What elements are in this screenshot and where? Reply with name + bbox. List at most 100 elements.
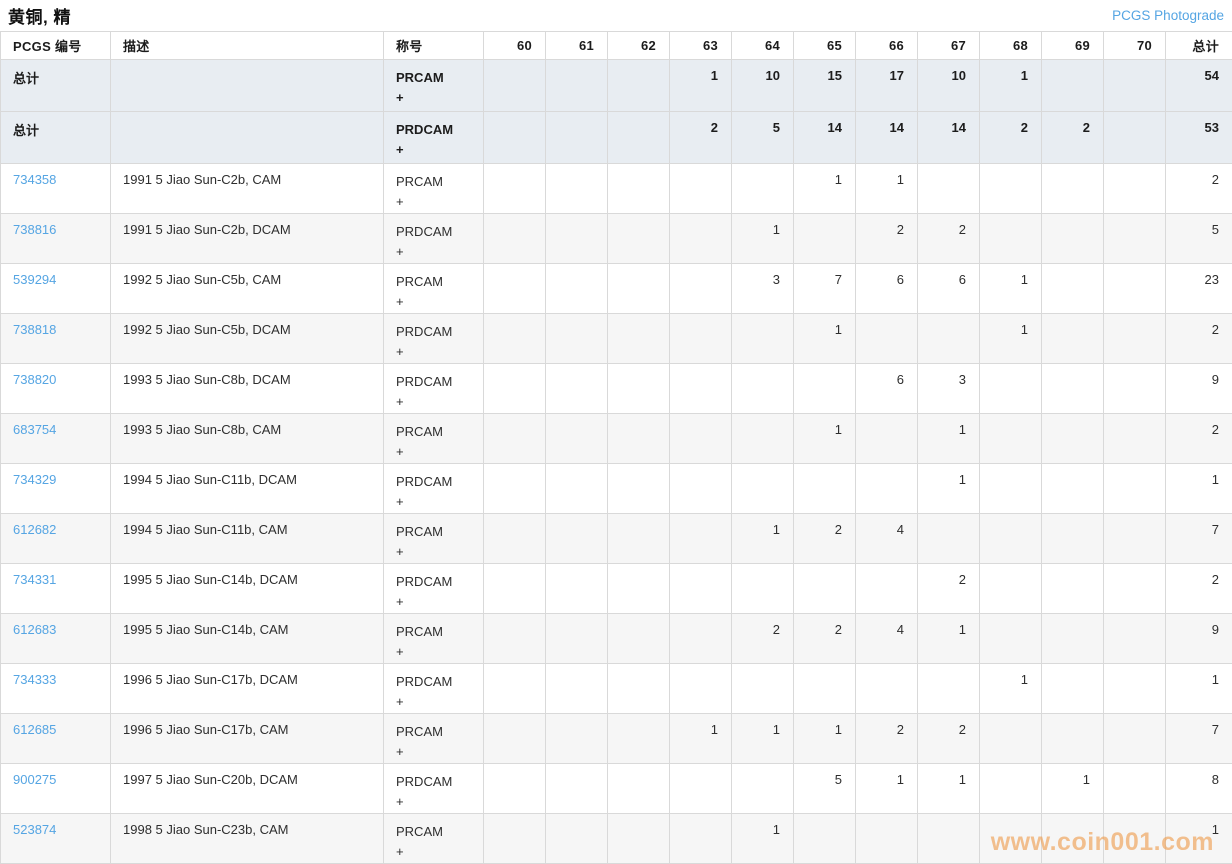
- grade-69-cell: [1041, 713, 1104, 764]
- total-cell: 1: [1165, 463, 1232, 514]
- pcgs-number-cell: 738818: [0, 313, 111, 364]
- description-cell: 1997 5 Jiao Sun-C20b, DCAM: [110, 763, 384, 814]
- grade-70-cell: [1103, 713, 1166, 764]
- grade-60-cell: [483, 813, 546, 864]
- grade-66-cell: 4: [855, 613, 918, 664]
- grade-68-cell: [979, 163, 1042, 214]
- total-cell: 53: [1165, 111, 1232, 164]
- description-cell: 1998 5 Jiao Sun-C23b, CAM: [110, 813, 384, 864]
- pcgs-number-cell: 523874: [0, 813, 111, 864]
- grade-66-cell: [855, 563, 918, 614]
- grade-70-cell: [1103, 413, 1166, 464]
- grade-60-cell: [483, 513, 546, 564]
- grade-69-cell: [1041, 813, 1104, 864]
- pcgs-number-link[interactable]: 738820: [13, 372, 56, 387]
- grade-61-cell: [545, 163, 608, 214]
- table-row: 734331 1995 5 Jiao Sun-C14b, DCAM PRDCAM +2…: [0, 563, 1232, 614]
- grade-68-cell: 1: [979, 313, 1042, 364]
- grade-61-cell: [545, 563, 608, 614]
- grade-65-cell: 14: [793, 111, 856, 164]
- table-row: 539294 1992 5 Jiao Sun-C5b, CAM PRCAM +3 7 6 6…: [0, 263, 1232, 314]
- grade-60-cell: [483, 663, 546, 714]
- pcgs-number-link[interactable]: 612682: [13, 522, 56, 537]
- designation-line: +: [396, 544, 404, 559]
- column-header-grade-62: 62: [607, 31, 670, 60]
- designation-line: +: [396, 244, 404, 259]
- designation-line: +: [396, 90, 404, 105]
- table-row: 612685 1996 5 Jiao Sun-C17b, CAM PRCAM +1 1 1…: [0, 713, 1232, 764]
- grade-69-cell: [1041, 413, 1104, 464]
- column-header-pcgs-number: PCGS 编号: [0, 31, 111, 60]
- description-cell: 1996 5 Jiao Sun-C17b, CAM: [110, 713, 384, 764]
- column-header-grade-66: 66: [855, 31, 918, 60]
- table-row: 523874 1998 5 Jiao Sun-C23b, CAM PRCAM +1 1: [0, 813, 1232, 864]
- pcgs-number-link[interactable]: 734333: [13, 672, 56, 687]
- grade-61-cell: [545, 463, 608, 514]
- grade-68-cell: [979, 513, 1042, 564]
- grade-70-cell: [1103, 513, 1166, 564]
- pcgs-number-link[interactable]: 738816: [13, 222, 56, 237]
- grade-66-cell: 14: [855, 111, 918, 164]
- designation-cell: PRDCAM +: [383, 763, 484, 814]
- pcgs-number-cell: 612683: [0, 613, 111, 664]
- pcgs-number-link[interactable]: 900275: [13, 772, 56, 787]
- table-row: 612682 1994 5 Jiao Sun-C11b, CAM PRCAM +1 2 4…: [0, 513, 1232, 564]
- grade-66-cell: 2: [855, 213, 918, 264]
- total-cell: 2: [1165, 563, 1232, 614]
- grade-69-cell: [1041, 59, 1104, 112]
- total-cell: 54: [1165, 59, 1232, 112]
- grade-64-cell: [731, 313, 794, 364]
- designation-line: PRDCAM: [396, 474, 453, 489]
- pcgs-number-link[interactable]: 523874: [13, 822, 56, 837]
- designation-line: +: [396, 794, 404, 809]
- pcgs-number-link[interactable]: 734331: [13, 572, 56, 587]
- grade-63-cell: [669, 363, 732, 414]
- column-header-designation: 称号: [383, 31, 484, 60]
- designation-line: PRDCAM: [396, 324, 453, 339]
- pcgs-number-link[interactable]: 612683: [13, 622, 56, 637]
- designation-cell: PRCAM +: [383, 413, 484, 464]
- column-header-grade-67: 67: [917, 31, 980, 60]
- grade-67-cell: 6: [917, 263, 980, 314]
- grade-67-cell: 3: [917, 363, 980, 414]
- grade-70-cell: [1103, 813, 1166, 864]
- grade-68-cell: [979, 563, 1042, 614]
- designation-line: +: [396, 294, 404, 309]
- grade-61-cell: [545, 263, 608, 314]
- column-header-grade-64: 64: [731, 31, 794, 60]
- grade-67-cell: [917, 163, 980, 214]
- grade-62-cell: [607, 313, 670, 364]
- pcgs-number-link[interactable]: 539294: [13, 272, 56, 287]
- designation-cell: PRDCAM +: [383, 463, 484, 514]
- grade-68-cell: [979, 713, 1042, 764]
- pcgs-number-link[interactable]: 612685: [13, 722, 56, 737]
- designation-line: PRCAM: [396, 724, 443, 739]
- designation-cell: PRCAM +: [383, 613, 484, 664]
- grade-61-cell: [545, 59, 608, 112]
- table-row: 900275 1997 5 Jiao Sun-C20b, DCAM PRDCAM +5…: [0, 763, 1232, 814]
- pcgs-number-link[interactable]: 734329: [13, 472, 56, 487]
- designation-cell: PRCAM +: [383, 513, 484, 564]
- grade-62-cell: [607, 213, 670, 264]
- grade-64-cell: 5: [731, 111, 794, 164]
- grade-69-cell: 2: [1041, 111, 1104, 164]
- pcgs-photograde-link[interactable]: PCGS Photograde: [1112, 8, 1224, 23]
- pcgs-number-link[interactable]: 734358: [13, 172, 56, 187]
- grade-63-cell: 2: [669, 111, 732, 164]
- grade-67-cell: 1: [917, 763, 980, 814]
- grade-61-cell: [545, 713, 608, 764]
- grade-70-cell: [1103, 563, 1166, 614]
- column-header-grade-60: 60: [483, 31, 546, 60]
- grade-65-cell: 2: [793, 513, 856, 564]
- pcgs-number-link[interactable]: 683754: [13, 422, 56, 437]
- designation-cell: PRDCAM +: [383, 663, 484, 714]
- topbar: 黄铜, 精 PCGS Photograde: [0, 0, 1232, 31]
- pcgs-number-cell: 734329: [0, 463, 111, 514]
- grade-70-cell: [1103, 613, 1166, 664]
- pcgs-number-cell: 539294: [0, 263, 111, 314]
- grade-66-cell: 1: [855, 763, 918, 814]
- column-header-total: 总计: [1165, 31, 1232, 60]
- pcgs-number-link[interactable]: 738818: [13, 322, 56, 337]
- grade-66-cell: [855, 663, 918, 714]
- designation-cell: PRCAM +: [383, 713, 484, 764]
